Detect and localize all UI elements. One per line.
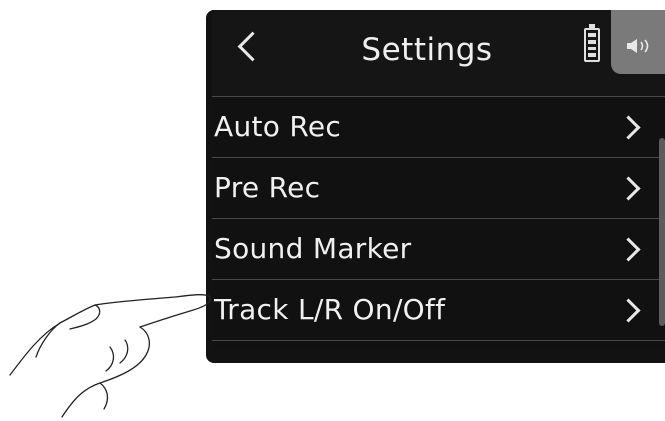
- device-frame: Settings Auto Rec Pre Rec Sound Marker T…: [206, 10, 665, 363]
- header-bar: Settings: [212, 10, 665, 97]
- menu-item-label: Pre Rec: [214, 171, 321, 204]
- chevron-right-icon: [616, 237, 641, 262]
- settings-screen: Settings Auto Rec Pre Rec Sound Marker T…: [212, 10, 665, 350]
- menu-item-auto-rec[interactable]: Auto Rec: [212, 97, 665, 158]
- menu-item-label: Auto Rec: [214, 110, 342, 143]
- battery-icon: [584, 24, 600, 62]
- menu-item-pre-rec[interactable]: Pre Rec: [212, 158, 665, 219]
- scrollbar[interactable]: [659, 138, 665, 326]
- chevron-right-icon: [616, 115, 641, 140]
- speaker-icon: [627, 39, 649, 53]
- back-icon[interactable]: [237, 31, 268, 62]
- speaker-button[interactable]: [611, 10, 665, 74]
- page-title: Settings: [361, 32, 493, 68]
- chevron-right-icon: [616, 176, 641, 201]
- menu-item-label: Track L/R On/Off: [214, 293, 446, 326]
- menu-item-label: Sound Marker: [214, 232, 412, 265]
- menu-item-sound-marker[interactable]: Sound Marker: [212, 219, 665, 280]
- chevron-right-icon: [616, 298, 641, 323]
- menu-item-track-lr-on-off[interactable]: Track L/R On/Off: [212, 280, 665, 341]
- pointing-hand-icon: [9, 294, 211, 418]
- settings-list: Auto Rec Pre Rec Sound Marker Track L/R …: [212, 97, 665, 341]
